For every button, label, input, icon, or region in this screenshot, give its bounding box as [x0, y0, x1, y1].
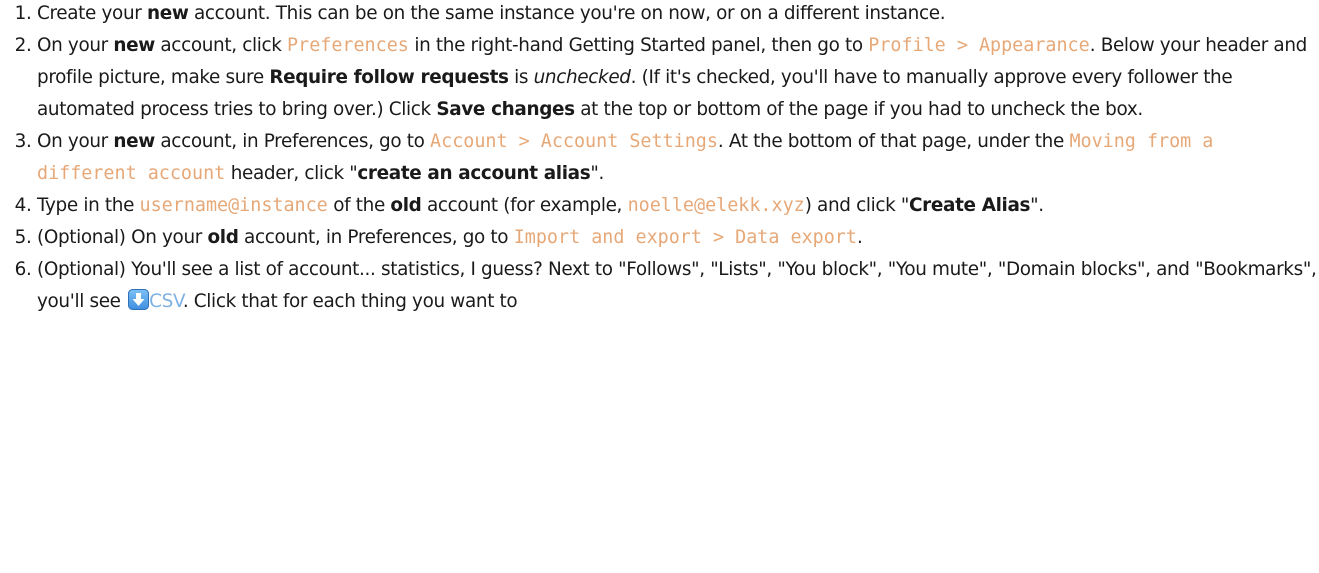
step-text: at the top or bottom of the page if you …: [574, 99, 1143, 120]
bold-text: Require follow requests: [269, 67, 509, 88]
step-text: account. This can be on the same instanc…: [188, 3, 946, 24]
step-text: . Click that for each thing you want to: [182, 291, 518, 312]
bold-text: new: [113, 131, 155, 152]
csv-link[interactable]: CSV: [149, 291, 183, 312]
step-1: Create your new account. This can be on …: [37, 0, 1319, 30]
step-text: ".: [590, 163, 604, 184]
bold-text: new: [113, 35, 155, 56]
bold-text: old: [390, 195, 422, 216]
code-text: Preferences: [287, 35, 409, 56]
step-text: account, in Preferences, go to: [154, 131, 431, 152]
bold-text: create an account alias: [357, 163, 591, 184]
step-6: (Optional) You'll see a list of account.…: [37, 254, 1319, 318]
italic-text: unchecked: [533, 67, 631, 88]
step-text: . At the bottom of that page, under the: [717, 131, 1070, 152]
bold-text: old: [207, 227, 239, 248]
step-text: account, in Preferences, go to: [238, 227, 514, 248]
bold-text: Create Alias: [909, 195, 1031, 216]
step-text: ".: [1030, 195, 1044, 216]
step-text: account, click: [154, 35, 288, 56]
download-icon[interactable]: [128, 289, 150, 310]
step-text: account (for example,: [421, 195, 628, 216]
step-text: ) and click ": [804, 195, 910, 216]
code-text: username@instance: [139, 195, 328, 216]
code-text: Profile > Appearance: [868, 35, 1090, 56]
bold-text: new: [146, 3, 189, 24]
instructions-list: Create your new account. This can be on …: [0, 0, 1319, 318]
step-5: (Optional) On your old account, in Prefe…: [37, 222, 1319, 254]
step-3: On your new account, in Preferences, go …: [37, 126, 1319, 190]
step-text: header, click ": [225, 163, 358, 184]
step-text: On your: [37, 35, 114, 56]
step-text: Create your: [37, 3, 147, 24]
step-text: Type in the: [37, 195, 140, 216]
step-text: (Optional) On your: [37, 227, 208, 248]
step-text: .: [856, 227, 863, 248]
step-text: On your: [37, 131, 114, 152]
code-text: Import and export > Data export: [513, 227, 857, 248]
step-text: is: [508, 67, 534, 88]
code-text: noelle@elekk.xyz: [627, 195, 805, 216]
step-4: Type in the username@instance of the old…: [37, 190, 1319, 222]
code-text: Account > Account Settings: [430, 131, 718, 152]
step-text: in the right-hand Getting Started panel,…: [408, 35, 869, 56]
step-2: On your new account, click Preferences i…: [37, 30, 1319, 126]
bold-text: Save changes: [436, 99, 575, 120]
step-text: of the: [327, 195, 391, 216]
